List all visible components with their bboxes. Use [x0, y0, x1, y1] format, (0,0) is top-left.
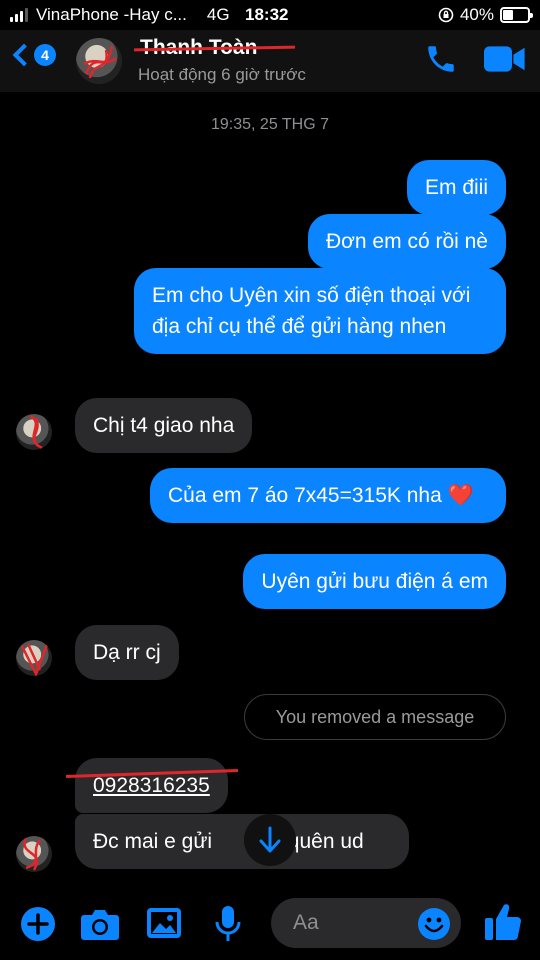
camera-icon[interactable]: [80, 907, 120, 941]
battery-percent: 40%: [459, 5, 494, 24]
sender-avatar[interactable]: [16, 414, 52, 450]
sender-avatar[interactable]: [16, 836, 52, 872]
phone-number-link[interactable]: 0928316235: [93, 774, 210, 797]
status-right: 40%: [438, 5, 533, 25]
arrow-down-icon: [259, 826, 281, 853]
chevron-left-icon: [12, 43, 36, 67]
video-icon[interactable]: [484, 45, 526, 73]
avatar[interactable]: [76, 38, 122, 84]
carrier-name: VinaPhone -Hay c...: [36, 5, 187, 24]
composer-bar: Aa: [0, 890, 540, 960]
message-outgoing[interactable]: Đơn em có rồi nè: [307, 214, 506, 269]
network-type: 4G: [206, 5, 230, 24]
battery-fill: [503, 10, 513, 20]
back-button[interactable]: 4: [10, 43, 56, 67]
message-incoming[interactable]: 0928316235: [75, 758, 228, 813]
redaction-scribble: [29, 414, 43, 450]
removed-message-notice: You removed a message: [244, 694, 506, 740]
message-text: quên ud: [287, 830, 364, 853]
scroll-to-bottom-button[interactable]: [244, 814, 296, 866]
message-text: Em cho Uyên xin số điện thoại với địa ch…: [152, 284, 471, 338]
message-incoming[interactable]: Dạ rr cj: [75, 625, 179, 680]
phone-icon[interactable]: [424, 42, 458, 76]
timestamp-divider: 19:35, 25 THG 7: [211, 116, 329, 133]
message-incoming[interactable]: Đc mai e gửi quên ud: [75, 814, 409, 869]
message-outgoing[interactable]: Em điii: [406, 160, 506, 215]
message-text: Em điii: [424, 176, 488, 199]
message-input[interactable]: Aa: [271, 898, 461, 948]
redaction-scribble: [83, 45, 117, 79]
message-outgoing[interactable]: Em cho Uyên xin số điện thoại với địa ch…: [134, 268, 506, 354]
message-outgoing[interactable]: Của em 7 áo 7x45=315K nha ❤️: [150, 468, 506, 523]
orientation-lock-icon: [438, 7, 454, 23]
message-outgoing[interactable]: Uyên gửi bưu điện á em: [243, 554, 506, 609]
message-text: Uyên gửi bưu điện á em: [261, 570, 488, 593]
contact-status: Hoạt động 6 giờ trước: [138, 65, 306, 84]
message-text: Đc mai e gửi: [93, 830, 213, 853]
contact-name[interactable]: Thanh Toàn: [140, 36, 257, 60]
unread-badge: 4: [34, 44, 56, 66]
status-left: VinaPhone -Hay c... 4G: [10, 5, 230, 25]
message-incoming[interactable]: Chị t4 giao nha: [75, 398, 253, 453]
message-text: Của em 7 áo 7x45=315K nha ❤️: [168, 484, 474, 507]
plus-icon[interactable]: [20, 906, 56, 942]
message-input-placeholder: Aa: [293, 911, 319, 934]
message-text: Chị t4 giao nha: [93, 414, 235, 437]
sender-avatar[interactable]: [16, 640, 52, 676]
signal-icon: [10, 8, 28, 22]
redaction-scribble: [23, 837, 42, 871]
message-text: Dạ rr cj: [93, 641, 161, 664]
battery-icon: [500, 7, 533, 23]
conversation-header: 4 Thanh Toàn Hoạt động 6 giờ trước: [0, 30, 540, 92]
image-icon[interactable]: [146, 907, 182, 939]
thumbs-up-icon[interactable]: [484, 902, 522, 942]
microphone-icon[interactable]: [214, 905, 242, 943]
message-text: Đơn em có rồi nè: [325, 230, 488, 253]
emoji-icon[interactable]: [417, 907, 451, 941]
clock: 18:32: [245, 5, 289, 24]
redaction-scribble: [20, 641, 50, 676]
message-list[interactable]: 19:35, 25 THG 7 Em điii Đơn em có rồi nè…: [0, 92, 540, 890]
status-bar: VinaPhone -Hay c... 4G 18:32 40%: [0, 0, 540, 30]
